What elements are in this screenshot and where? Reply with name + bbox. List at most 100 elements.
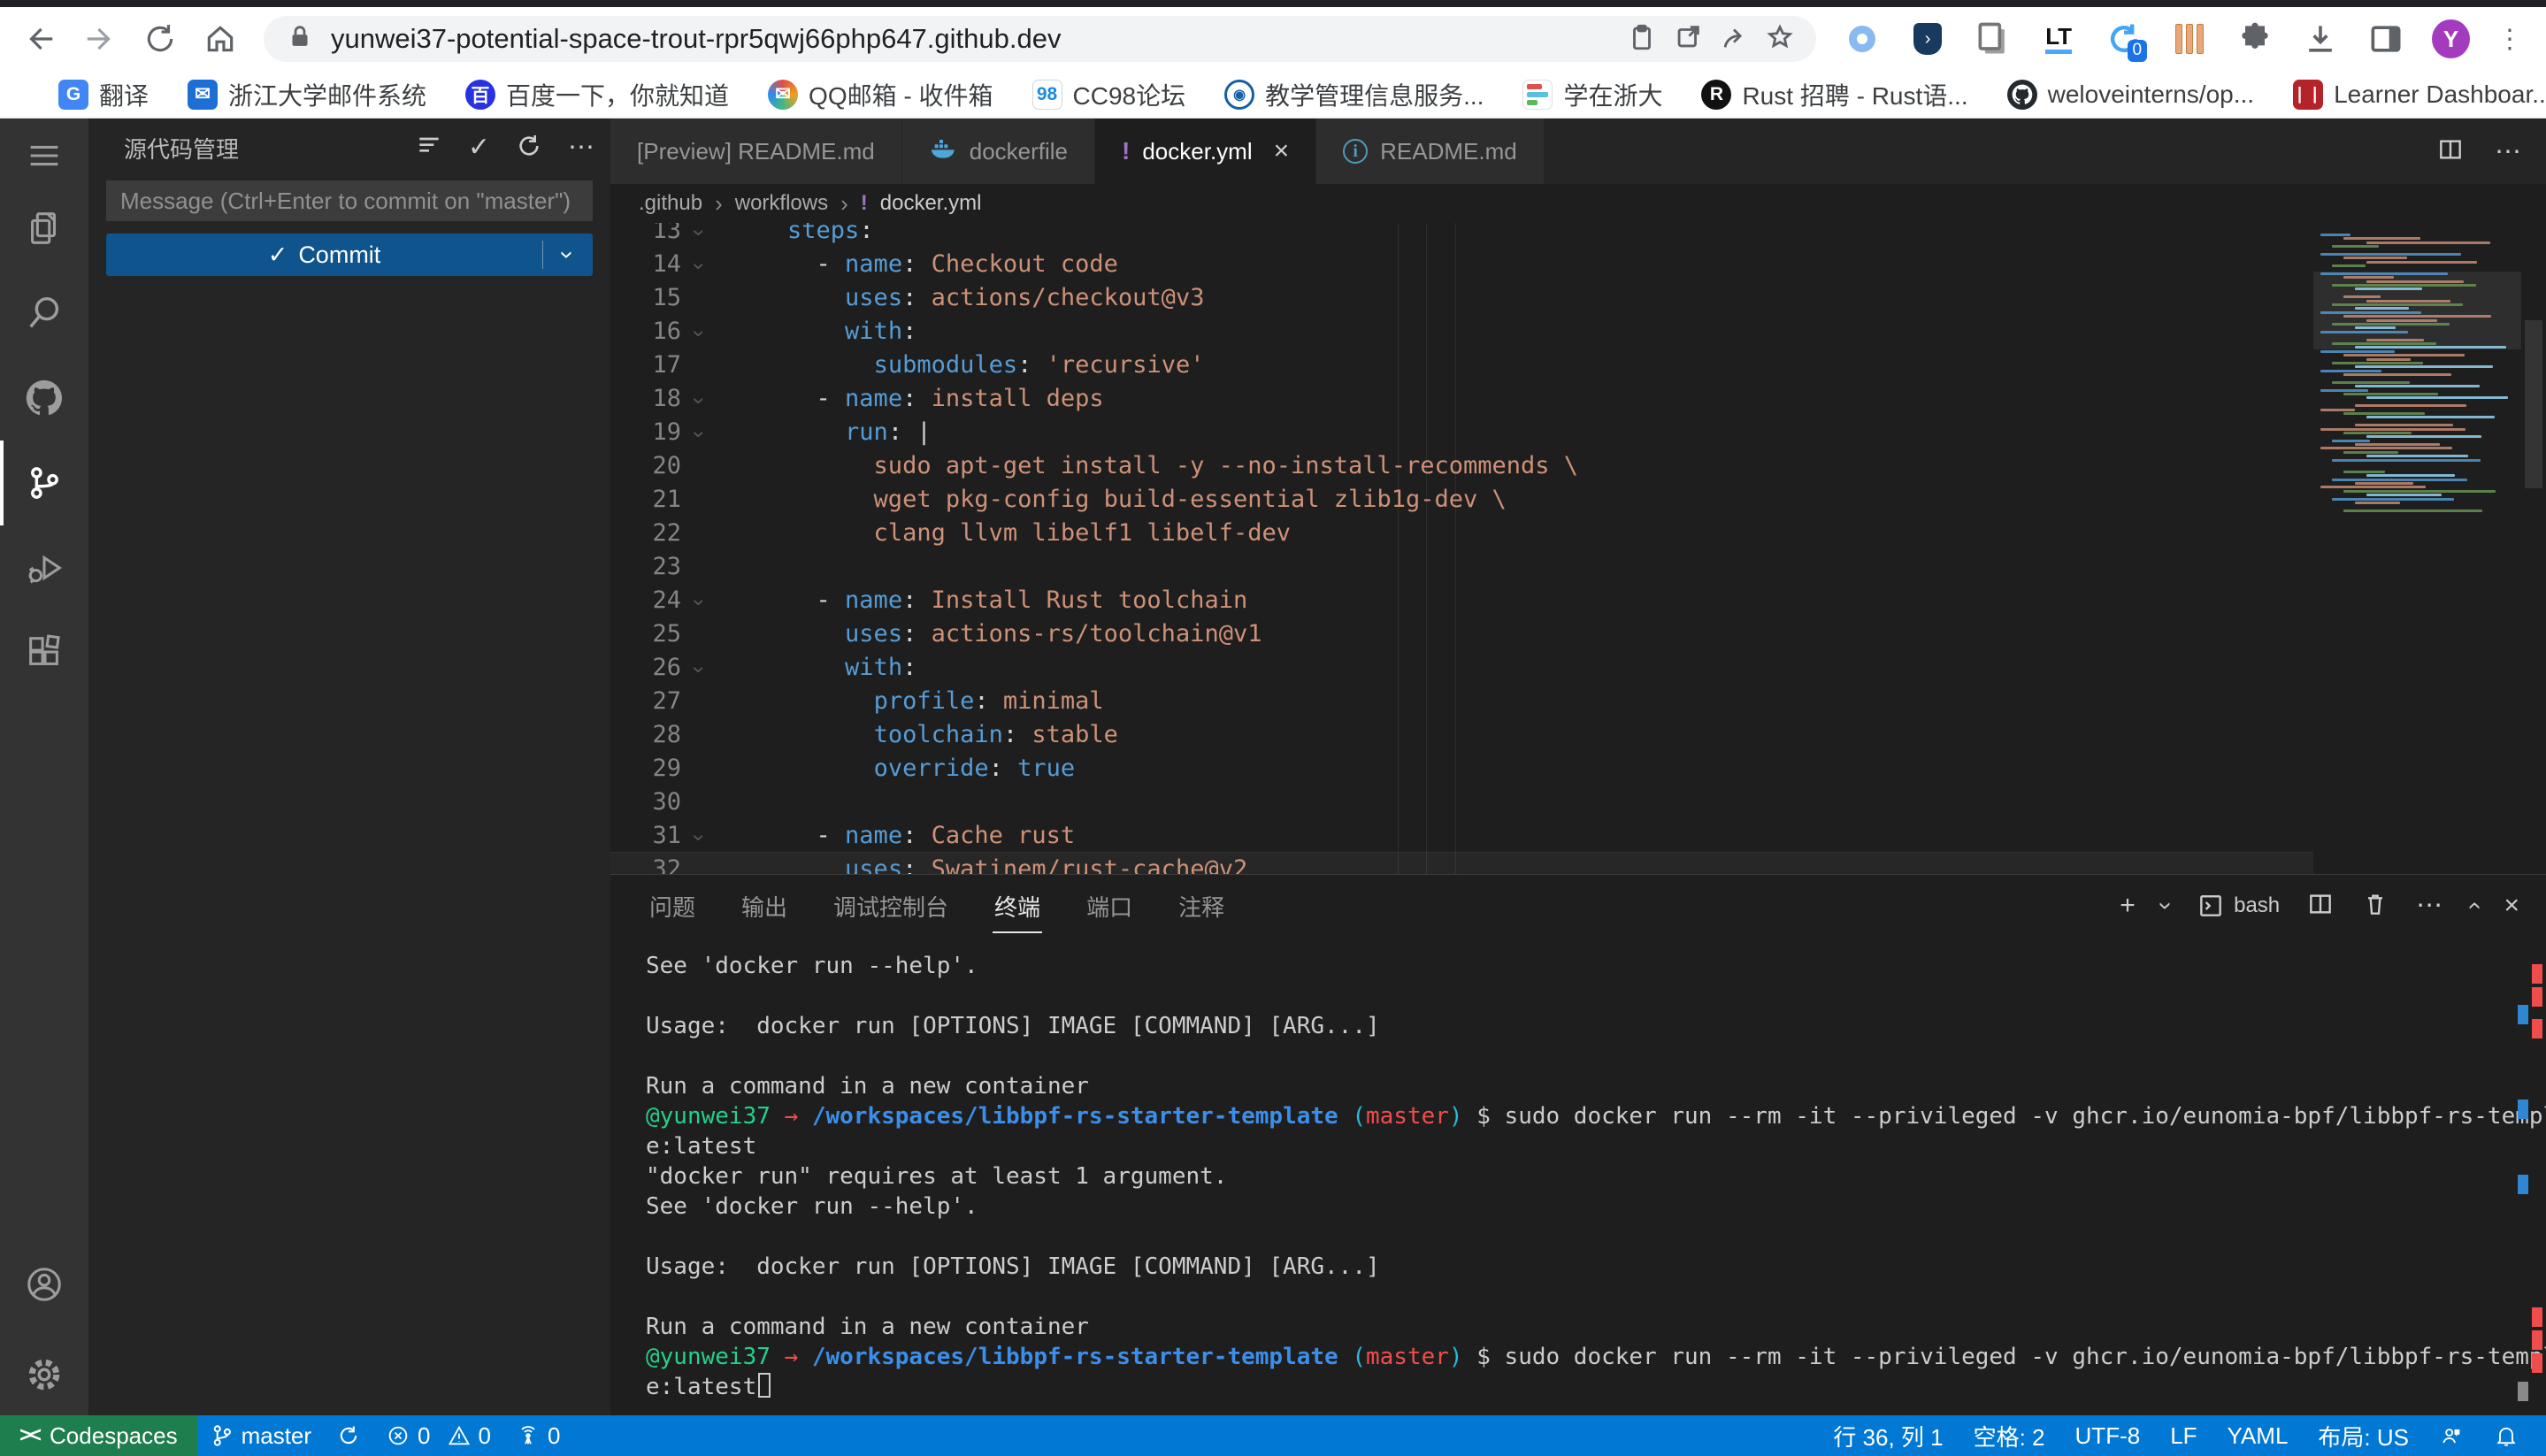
close-icon[interactable]: × bbox=[1274, 136, 1290, 166]
panel-tab[interactable]: 输出 bbox=[740, 877, 789, 935]
menu-icon[interactable] bbox=[0, 136, 88, 175]
extension-ring-icon[interactable] bbox=[1843, 19, 1882, 58]
breadcrumb-file[interactable]: docker.yml bbox=[880, 191, 982, 216]
panel-tab[interactable]: 终端 bbox=[993, 877, 1042, 935]
bookmark-item[interactable]: ✉QQ邮箱 - 收件箱 bbox=[768, 77, 993, 112]
url-text[interactable]: yunwei37-potential-space-trout-rpr5qwj66… bbox=[331, 23, 1611, 55]
forward-icon[interactable] bbox=[83, 22, 117, 56]
fold-chevron-icon[interactable]: › bbox=[681, 416, 717, 449]
kill-terminal-icon[interactable] bbox=[2361, 890, 2389, 923]
extension-columns-icon[interactable] bbox=[2170, 19, 2209, 58]
editor-tab[interactable]: [Preview] README.md bbox=[610, 119, 902, 184]
eol[interactable]: LF bbox=[2155, 1415, 2212, 1456]
side-panel-icon[interactable] bbox=[2366, 19, 2405, 58]
code-line[interactable]: 27 profile: minimal bbox=[610, 685, 2546, 718]
bookmark-item[interactable]: 学在浙大 bbox=[1522, 77, 1662, 112]
code-line[interactable]: 32 uses: Swatinem/rust-cache@v2 bbox=[610, 853, 2546, 874]
code-line[interactable]: 21 wget pkg-config build-essential zlib1… bbox=[610, 483, 2546, 517]
code-line[interactable]: 24› - name: Install Rust toolchain bbox=[610, 584, 2546, 617]
terminal-dropdown-icon[interactable]: › bbox=[2153, 901, 2178, 909]
open-in-new-icon[interactable] bbox=[1673, 22, 1703, 57]
bookmark-item[interactable]: ✉浙江大学邮件系统 bbox=[188, 77, 426, 112]
account-icon[interactable] bbox=[0, 1265, 88, 1304]
code-line[interactable]: 26› with: bbox=[610, 651, 2546, 685]
extension-shield-icon[interactable]: › bbox=[1908, 19, 1947, 58]
refresh-icon[interactable] bbox=[143, 22, 177, 56]
editor-scrollbar[interactable] bbox=[2521, 223, 2546, 874]
code-line[interactable]: 29 override: true bbox=[610, 752, 2546, 785]
code-line[interactable]: 23 bbox=[610, 550, 2546, 584]
indentation[interactable]: 空格: 2 bbox=[1959, 1415, 2060, 1456]
bookmark-item[interactable]: G翻译 bbox=[58, 77, 149, 112]
extensions-puzzle-icon[interactable] bbox=[2235, 19, 2274, 58]
panel-tab[interactable]: 端口 bbox=[1085, 877, 1134, 935]
breadcrumb-item[interactable]: workflows bbox=[735, 191, 828, 216]
code-line[interactable]: 13› steps: bbox=[610, 223, 2546, 248]
commit-button[interactable]: ✓ Commit › bbox=[106, 234, 593, 276]
fold-chevron-icon[interactable]: › bbox=[681, 819, 717, 853]
downloads-icon[interactable] bbox=[2301, 19, 2340, 58]
commit-dropdown-icon[interactable]: › bbox=[543, 242, 593, 267]
fold-chevron-icon[interactable]: › bbox=[681, 382, 717, 416]
sidebar-item-source-control[interactable] bbox=[0, 464, 88, 502]
cursor-position[interactable]: 行 36, 列 1 bbox=[1818, 1415, 1958, 1456]
breadcrumb[interactable]: .github › workflows › ! docker.yml bbox=[610, 184, 2546, 223]
extension-languagetool-icon[interactable]: LT bbox=[2039, 19, 2078, 58]
editor-more-actions-icon[interactable]: ⋯ bbox=[2495, 136, 2521, 167]
notifications-bell-icon[interactable] bbox=[2479, 1415, 2534, 1456]
ports-indicator[interactable]: 0 bbox=[503, 1415, 572, 1456]
new-terminal-icon[interactable]: + bbox=[2120, 893, 2136, 919]
problems-indicator[interactable]: 0 0 bbox=[373, 1415, 503, 1456]
editor-tab[interactable]: !docker.yml× bbox=[1095, 119, 1316, 184]
clipboard-icon[interactable] bbox=[1627, 22, 1657, 57]
sync-indicator[interactable] bbox=[324, 1415, 373, 1456]
commit-message-input[interactable] bbox=[106, 180, 593, 221]
code-line[interactable]: 16› with: bbox=[610, 315, 2546, 349]
editor-tab[interactable]: iREADME.md bbox=[1316, 119, 1545, 184]
bookmark-item[interactable]: RRust 招聘 - Rust语... bbox=[1701, 77, 1967, 112]
remote-indicator[interactable]: >< Codespaces bbox=[0, 1415, 197, 1456]
fold-chevron-icon[interactable]: › bbox=[681, 248, 717, 281]
bookmark-item[interactable]: ❘❘Learner Dashboar... bbox=[2293, 80, 2546, 110]
bookmark-item[interactable]: weloveinterns/op... bbox=[2007, 80, 2254, 110]
fold-chevron-icon[interactable]: › bbox=[681, 223, 717, 248]
bookmark-star-icon[interactable] bbox=[1765, 22, 1795, 57]
panel-tab[interactable]: 调试控制台 bbox=[832, 877, 950, 935]
code-line[interactable]: 17 submodules: 'recursive' bbox=[610, 349, 2546, 382]
panel-tab[interactable]: 问题 bbox=[648, 877, 697, 935]
shell-selector[interactable]: bash bbox=[2197, 892, 2280, 920]
panel-tab[interactable]: 注释 bbox=[1177, 877, 1226, 935]
sidebar-item-extensions[interactable] bbox=[0, 633, 88, 672]
code-line[interactable]: 22 clang llvm libelf1 libelf-dev bbox=[610, 517, 2546, 550]
encoding[interactable]: UTF-8 bbox=[2060, 1415, 2156, 1456]
panel-more-actions-icon[interactable]: ⋯ bbox=[2416, 893, 2442, 919]
browser-menu-icon[interactable]: ⋮ bbox=[2496, 24, 2523, 55]
code-line[interactable]: 28 toolchain: stable bbox=[610, 718, 2546, 752]
keyboard-layout[interactable]: 布局: US bbox=[2303, 1415, 2424, 1456]
language-mode[interactable]: YAML bbox=[2212, 1415, 2304, 1456]
address-bar[interactable]: yunwei37-potential-space-trout-rpr5qwj66… bbox=[264, 16, 1816, 62]
code-line[interactable]: 31› - name: Cache rust bbox=[610, 819, 2546, 853]
sidebar-item-run-debug[interactable] bbox=[0, 548, 88, 587]
commit-check-icon[interactable]: ✓ bbox=[468, 134, 490, 161]
branch-indicator[interactable]: master bbox=[197, 1415, 324, 1456]
split-editor-icon[interactable] bbox=[2436, 135, 2465, 168]
code-line[interactable]: 20 sudo apt-get install -y --no-install-… bbox=[610, 449, 2546, 483]
refresh-scm-icon[interactable] bbox=[515, 132, 543, 165]
code-line[interactable]: 18› - name: install deps bbox=[610, 382, 2546, 416]
sidebar-item-github[interactable] bbox=[0, 379, 88, 418]
sidebar-item-search[interactable] bbox=[0, 294, 88, 333]
code-editor[interactable]: 13› steps:14› - name: Checkout code15 us… bbox=[610, 223, 2546, 874]
bookmark-item[interactable]: 98CC98论坛 bbox=[1032, 77, 1186, 112]
extension-sync-icon[interactable]: 0 bbox=[2105, 19, 2143, 58]
minimap[interactable] bbox=[2313, 223, 2521, 874]
terminal[interactable]: See 'docker run --help'.Usage: docker ru… bbox=[610, 937, 2546, 1415]
split-terminal-icon[interactable] bbox=[2306, 890, 2335, 923]
more-actions-icon[interactable]: ⋯ bbox=[568, 134, 594, 161]
back-icon[interactable] bbox=[23, 22, 57, 56]
editor-tab[interactable]: dockerfile bbox=[902, 119, 1095, 184]
code-line[interactable]: 14› - name: Checkout code bbox=[610, 248, 2546, 281]
extension-docs-icon[interactable] bbox=[1974, 19, 2013, 58]
fold-chevron-icon[interactable]: › bbox=[681, 315, 717, 349]
bookmark-item[interactable]: 百百度一下，你就知道 bbox=[465, 77, 729, 112]
